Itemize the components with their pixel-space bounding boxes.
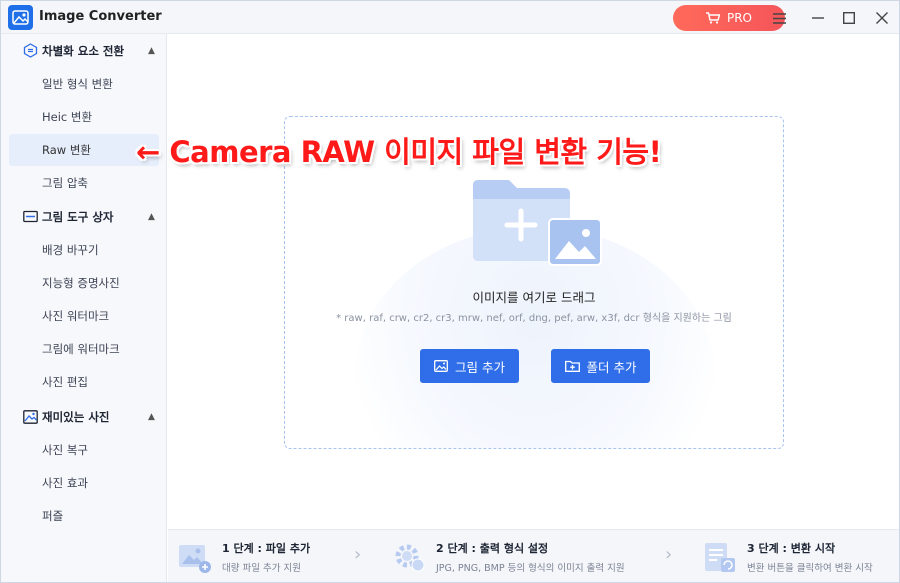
sidebar-item-change-background[interactable]: 배경 바꾸기 <box>9 234 159 266</box>
sidebar-item-label: 배경 바꾸기 <box>42 243 99 257</box>
sidebar-group-label: 그림 도구 상자 <box>42 209 114 224</box>
sidebar-item-label: 사진 편집 <box>42 375 88 389</box>
close-button[interactable] <box>871 7 893 29</box>
app-window: Image Converter PRO 차별화 요소 전환 ▲ 일반 형식 변환… <box>0 0 900 583</box>
step-2-desc: JPG, PNG, BMP 등의 형식의 이미지 출력 지원 <box>436 563 625 574</box>
add-file-step-icon <box>179 545 211 573</box>
sidebar-group-label: 재미있는 사진 <box>42 409 110 424</box>
feature-annotation: ← Camera RAW 이미지 파일 변환 기능! <box>136 135 662 169</box>
add-image-label: 그림 추가 <box>455 359 505 375</box>
sidebar-item-label: 지능형 증명사진 <box>42 276 120 290</box>
sidebar-group-convert[interactable]: 차별화 요소 전환 ▲ <box>1 34 167 67</box>
step-3-title: 3 단계 : 변환 시작 <box>747 542 836 555</box>
sidebar-group-label: 차별화 요소 전환 <box>42 43 125 58</box>
sidebar-item-label: 사진 효과 <box>42 476 88 490</box>
hamburger-icon <box>772 12 786 24</box>
toolbox-icon <box>23 209 38 224</box>
convert-icon <box>23 43 38 58</box>
app-title: Image Converter <box>39 9 162 24</box>
add-folder-button[interactable]: 폴더 추가 <box>551 349 650 383</box>
sidebar-item-id-photo[interactable]: 지능형 증명사진 <box>9 267 159 299</box>
minimize-button[interactable] <box>807 7 829 29</box>
sidebar: 차별화 요소 전환 ▲ 일반 형식 변환 Heic 변환 Raw 변환 그림 압… <box>1 34 167 582</box>
sidebar-item-label: 일반 형식 변환 <box>42 77 113 91</box>
sidebar-item-label: 그림 압축 <box>42 176 88 190</box>
photo-icon <box>23 409 38 424</box>
cart-icon <box>705 12 720 24</box>
chevron-up-icon: ▲ <box>148 211 155 222</box>
close-icon <box>876 12 888 24</box>
sidebar-group-toolbox[interactable]: 그림 도구 상자 ▲ <box>1 200 167 233</box>
step-1-desc: 대량 파일 추가 지원 <box>222 563 301 574</box>
sidebar-item-general-convert[interactable]: 일반 형식 변환 <box>9 68 159 100</box>
sidebar-item-photo-edit[interactable]: 사진 편집 <box>9 366 159 398</box>
drop-zone-title: 이미지를 여기로 드래그 <box>472 290 596 305</box>
maximize-button[interactable] <box>838 7 860 29</box>
app-logo-icon <box>8 5 33 30</box>
minimize-icon <box>812 17 824 19</box>
chevron-up-icon: ▲ <box>148 411 155 422</box>
sidebar-item-photo-effects[interactable]: 사진 효과 <box>9 467 159 499</box>
sidebar-item-photo-restore[interactable]: 사진 복구 <box>9 434 159 466</box>
add-folder-label: 폴더 추가 <box>586 359 637 375</box>
chevron-right-icon: › <box>354 544 362 565</box>
menu-button[interactable] <box>768 7 790 29</box>
sidebar-item-label: 그림에 워터마크 <box>42 342 120 356</box>
step-2-title: 2 단계 : 출력 형식 설정 <box>436 542 549 555</box>
sidebar-item-label: 사진 복구 <box>42 443 88 457</box>
folder-plus-icon <box>564 360 580 372</box>
add-image-button[interactable]: 그림 추가 <box>420 349 519 383</box>
sidebar-item-puzzle[interactable]: 퍼즐 <box>9 500 159 532</box>
chevron-right-icon: › <box>665 544 673 565</box>
pro-label: PRO <box>726 11 753 25</box>
sidebar-item-label: 사진 워터마크 <box>42 309 110 323</box>
title-bar: Image Converter PRO <box>1 1 899 34</box>
sidebar-item-label: Heic 변환 <box>42 110 93 124</box>
image-icon <box>434 360 448 372</box>
step-3-desc: 변환 버튼을 클릭하여 변환 시작 <box>747 563 873 574</box>
main-panel: 이미지를 여기로 드래그 * raw, raf, crw, cr2, cr3, … <box>168 34 899 529</box>
step-1-title: 1 단계 : 파일 추가 <box>222 542 311 555</box>
supported-formats-text: * raw, raf, crw, cr2, cr3, mrw, nef, orf… <box>336 313 732 324</box>
sidebar-group-fun-photos[interactable]: 재미있는 사진 ▲ <box>1 400 167 433</box>
sidebar-item-label: Raw 변환 <box>42 143 92 157</box>
steps-bar: 1 단계 : 파일 추가 대량 파일 추가 지원 › 2 단계 : 출력 형식 … <box>168 529 899 582</box>
add-folder-illustration-icon <box>473 180 602 266</box>
chevron-up-icon: ▲ <box>148 45 155 56</box>
sidebar-item-photo-watermark[interactable]: 사진 워터마크 <box>9 300 159 332</box>
sidebar-item-label: 퍼즐 <box>42 509 64 523</box>
convert-step-icon <box>705 543 735 572</box>
settings-step-icon <box>395 544 425 572</box>
maximize-icon <box>843 12 855 24</box>
sidebar-item-image-compress[interactable]: 그림 압축 <box>9 167 159 199</box>
sidebar-item-add-watermark[interactable]: 그림에 워터마크 <box>9 333 159 365</box>
